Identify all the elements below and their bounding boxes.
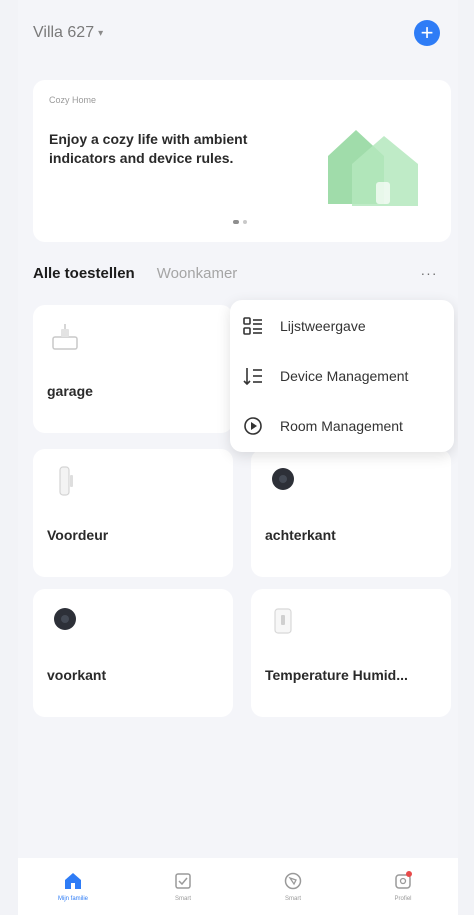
chevron-down-icon: ▾ (98, 27, 104, 39)
menu-item-list-view[interactable]: Lijstweergave (230, 306, 454, 346)
room-tabs: Alle toestellen Woonkamer ··· (33, 261, 443, 285)
room-management-icon (242, 415, 264, 437)
device-management-icon (242, 365, 264, 387)
banner-pagination (233, 220, 247, 224)
door-sensor-icon (59, 466, 73, 496)
banner-text: Enjoy a cozy life with ambient indicator… (49, 131, 248, 166)
nav-tab-home[interactable]: Mijn familie (18, 858, 128, 915)
bottom-navigation: Mijn familie Smart Smart Profiel (18, 858, 458, 915)
explore-icon (282, 870, 304, 892)
tab-all-devices[interactable]: Alle toestellen (33, 265, 135, 282)
app-screen: Villa 627 ▾ + Cozy Home Enjoy a cozy lif… (18, 0, 458, 915)
plus-icon: + (420, 20, 434, 45)
menu-item-label: Device Management (280, 368, 409, 384)
camera-icon (272, 468, 294, 490)
device-name: achterkant (265, 527, 336, 543)
device-name: Temperature Humid... (265, 667, 408, 683)
more-options-button[interactable]: ··· (415, 261, 443, 285)
more-options-menu: Lijstweergave Device Management Room Man… (230, 300, 454, 452)
device-card-temperature-humidity[interactable]: Temperature Humid... (251, 589, 451, 717)
temperature-humidity-icon (274, 608, 292, 634)
more-icon: ··· (420, 265, 438, 281)
device-name: Voordeur (47, 527, 109, 543)
home-name: Villa 627 (33, 24, 95, 41)
garage-sensor-icon (52, 324, 78, 350)
device-card-voordeur[interactable]: Voordeur (33, 449, 233, 577)
promo-banner[interactable]: Cozy Home Enjoy a cozy life with ambient… (33, 80, 451, 242)
device-name: voorkant (47, 667, 107, 683)
add-button[interactable]: + (414, 20, 440, 46)
tab-woonkamer[interactable]: Woonkamer (157, 265, 238, 282)
nav-tab-profile[interactable]: Profiel (348, 858, 458, 915)
menu-item-label: Room Management (280, 418, 403, 434)
nav-label: Profiel (394, 896, 412, 902)
menu-item-device-management[interactable]: Device Management (230, 356, 454, 396)
camera-icon (54, 608, 76, 630)
device-card-achterkant[interactable]: achterkant (251, 449, 451, 577)
profile-icon (392, 870, 414, 892)
smart-icon (172, 870, 194, 892)
banner-tag: Cozy Home (49, 95, 97, 105)
home-icon (62, 870, 84, 892)
nav-label: Smart (284, 896, 301, 902)
menu-item-label: Lijstweergave (280, 318, 366, 334)
menu-item-room-management[interactable]: Room Management (230, 406, 454, 446)
device-card-garage[interactable]: garage (33, 305, 233, 433)
device-name: garage (47, 383, 93, 399)
device-card-voorkant[interactable]: voorkant (33, 589, 233, 717)
list-view-icon (242, 315, 264, 337)
nav-label: Smart (174, 896, 191, 902)
nav-label: Mijn familie (57, 896, 88, 902)
header: Villa 627 ▾ + (18, 0, 458, 70)
home-selector[interactable]: Villa 627 ▾ (33, 24, 103, 42)
house-illustration-icon (328, 130, 418, 206)
pagination-dot (243, 220, 247, 224)
nav-tab-explore[interactable]: Smart (238, 858, 348, 915)
nav-tab-smart[interactable]: Smart (128, 858, 238, 915)
pagination-dot-active (233, 220, 239, 224)
